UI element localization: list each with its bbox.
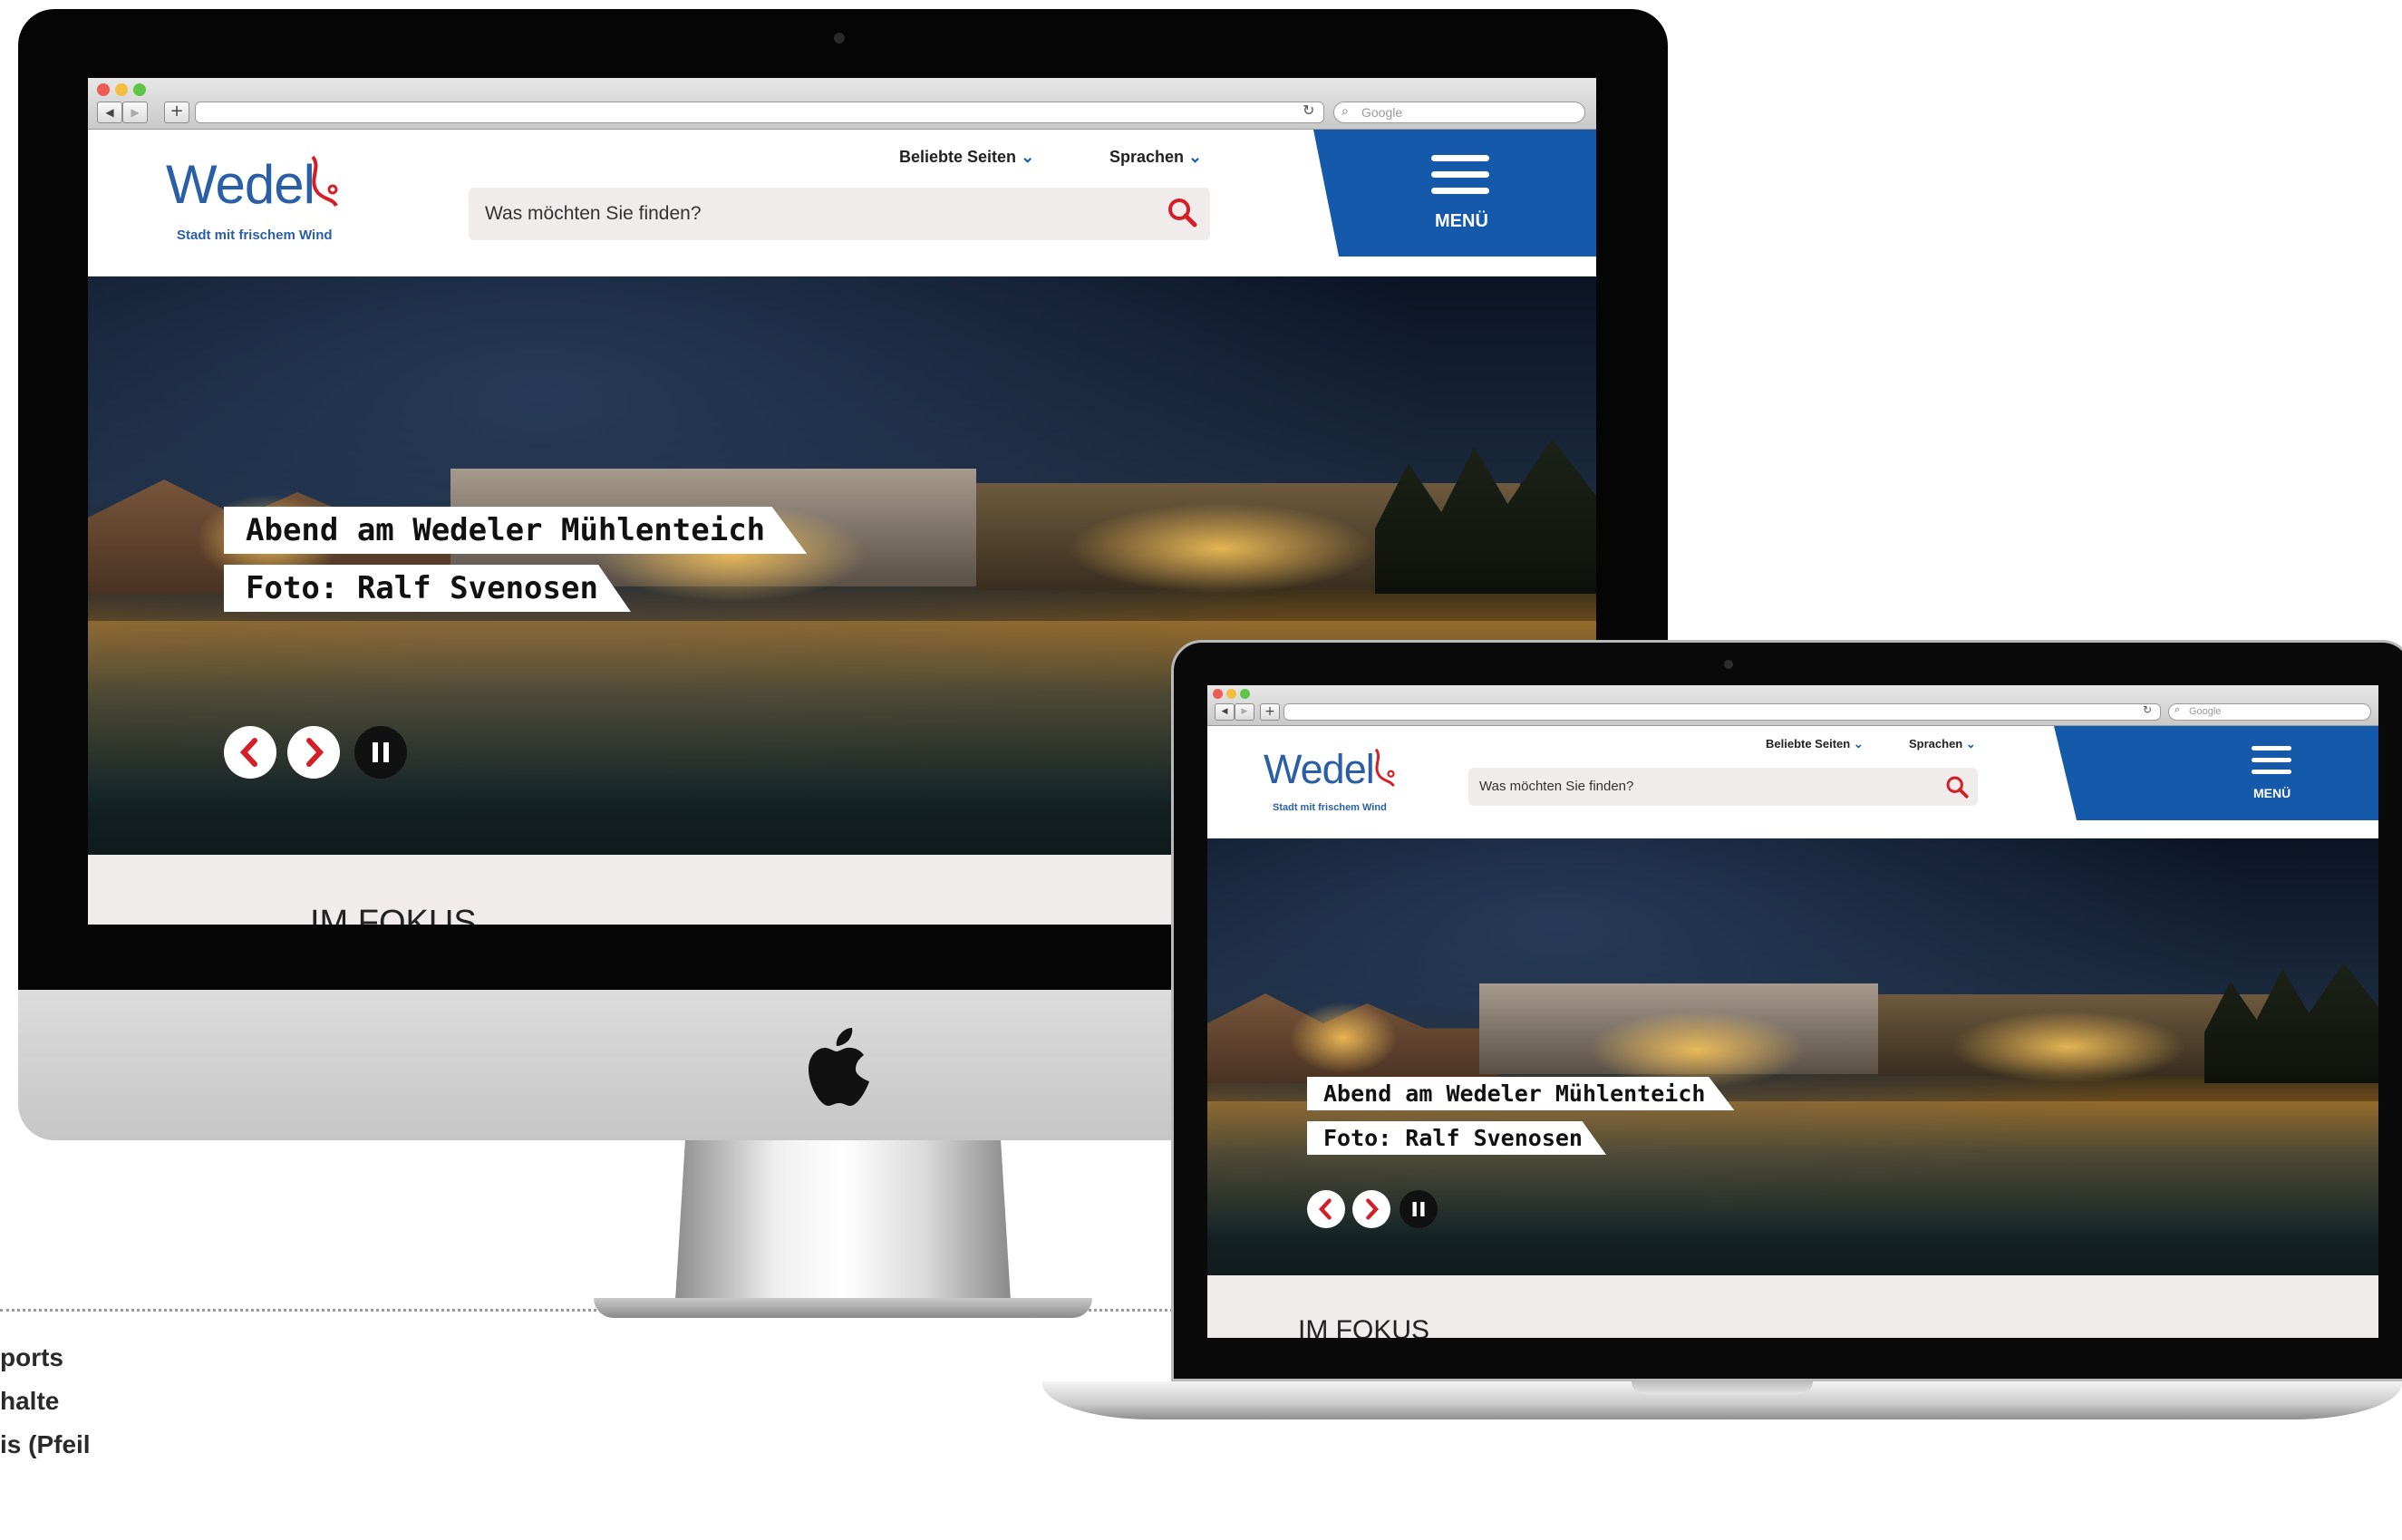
chevron-down-icon: ⌄ [1965,737,1976,751]
site-search-placeholder: Was möchten Sie finden? [485,203,702,224]
address-bar[interactable] [1283,703,2161,721]
browser-search-placeholder: Google [1361,105,1403,120]
slider-prev-button[interactable] [224,726,276,779]
focus-heading: IM FOKUS [1298,1315,1430,1338]
hero-caption-credit: Foto: Ralf Svenosen [1307,1121,1606,1155]
chevron-right-icon [306,738,324,767]
site-search-input[interactable]: Was möchten Sie finden? [469,188,1210,240]
search-icon: ⌕ [2174,704,2181,715]
logo[interactable]: Wedel [1264,746,1375,793]
chevron-down-icon: ⌄ [1188,148,1203,166]
focus-heading: IM FOKUS [310,904,477,925]
logo-wave-icon [1370,746,1398,795]
browser-search-field[interactable]: ⌕ Google [1333,102,1585,123]
macbook-device: ◀ ▶ + ↻ ⌕ Google Wedel Stadt mit frische… [1042,640,2402,1456]
hamburger-icon [1431,155,1489,161]
pause-icon [1412,1202,1425,1216]
nav-popular-pages[interactable]: Beliebte Seiten ⌄ [899,148,1034,167]
side-text-line-3: is (Pfeil [0,1430,91,1458]
browser-toolbar: ◀ ▶ + ↻ ⌕ Google [88,78,1596,130]
menu-label: MENÜ [1435,211,1488,231]
address-bar[interactable] [195,102,1324,123]
new-tab-button[interactable]: + [164,102,189,123]
pause-icon [373,742,389,762]
imac-stand [675,1138,1011,1301]
maximize-dot-icon[interactable] [133,83,146,96]
nav-popular-label: Beliebte Seiten [899,148,1017,166]
close-dot-icon[interactable] [1213,689,1223,699]
close-dot-icon[interactable] [97,83,110,96]
search-icon[interactable] [1167,197,1197,231]
browser-search-field[interactable]: ⌕ Google [2168,703,2371,721]
slider-pause-button[interactable] [1400,1190,1438,1228]
minimize-dot-icon[interactable] [115,83,128,96]
chevron-right-icon [1366,1198,1380,1220]
menu-button[interactable]: MENÜ [2054,726,2378,820]
minimize-dot-icon[interactable] [1226,689,1236,699]
hero-light [1067,503,1375,594]
search-icon: ⌕ [1341,103,1349,118]
nav-popular-pages[interactable]: Beliebte Seiten ⌄ [1766,737,1864,751]
focus-section: IM FOKUS [1207,1275,2378,1338]
reload-icon[interactable]: ↻ [1303,102,1314,119]
site-search-placeholder: Was möchten Sie finden? [1479,779,1634,794]
nav-languages[interactable]: Sprachen ⌄ [1109,148,1202,167]
nav-languages-label: Sprachen [1909,737,1963,751]
hero-caption-title: Abend am Wedeler Mühlenteich [224,507,808,554]
hero-light [1289,1002,1398,1074]
imac-camera [834,33,845,44]
browser-toolbar: ◀ ▶ + ↻ ⌕ Google [1207,685,2378,726]
hero-trees [1375,439,1596,594]
apple-logo-icon [805,1026,877,1109]
logo-wave-icon [305,153,342,217]
slider-next-button[interactable] [287,726,340,779]
nav-languages-label: Sprachen [1109,148,1185,166]
imac-stand-base [594,1298,1092,1318]
logo[interactable]: Wedel [166,153,315,216]
chevron-down-icon: ⌄ [1853,737,1864,751]
back-button[interactable]: ◀ [1215,703,1235,721]
hero-caption-credit: Foto: Ralf Svenosen [224,565,631,612]
macbook-screen: ◀ ▶ + ↻ ⌕ Google Wedel Stadt mit frische… [1207,685,2378,1338]
search-icon[interactable] [1945,775,1969,802]
hero-light [1951,1011,2186,1083]
chevron-left-icon [239,738,257,767]
hamburger-icon-bar [2252,770,2291,774]
back-button[interactable]: ◀ [97,102,122,123]
new-tab-button[interactable]: + [1260,703,1280,721]
slider-prev-button[interactable] [1307,1190,1345,1228]
menu-button[interactable]: MENÜ [1313,130,1596,257]
chevron-left-icon [1318,1198,1332,1220]
macbook-notch [1632,1381,1813,1394]
hamburger-icon-bar [2252,758,2291,762]
reload-icon[interactable]: ↻ [2143,703,2152,716]
browser-search-placeholder: Google [2189,706,2222,717]
slider-pause-button[interactable] [354,726,407,779]
hamburger-icon-bar [1431,188,1489,194]
hamburger-icon [2252,746,2291,751]
logo-tagline: Stadt mit frischem Wind [1273,802,1387,813]
site-search-input[interactable]: Was möchten Sie finden? [1468,768,1978,806]
maximize-dot-icon[interactable] [1240,689,1250,699]
hero-caption-title: Abend am Wedeler Mühlenteich [1307,1077,1735,1110]
side-text-line-2: halte [0,1387,60,1415]
menu-label: MENÜ [2253,786,2291,800]
macbook-camera [1724,660,1733,669]
slider-next-button[interactable] [1352,1190,1390,1228]
forward-button[interactable]: ▶ [1235,703,1254,721]
hero-image: Abend am Wedeler Mühlenteich Foto: Ralf … [1207,838,2378,1275]
hamburger-icon-bar [1431,171,1489,178]
nav-popular-label: Beliebte Seiten [1766,737,1851,751]
hero-trees [2204,963,2378,1083]
chevron-down-icon: ⌄ [1021,148,1035,166]
nav-languages[interactable]: Sprachen ⌄ [1909,737,1976,751]
logo-tagline: Stadt mit frischem Wind [177,228,333,243]
forward-button[interactable]: ▶ [122,102,148,123]
